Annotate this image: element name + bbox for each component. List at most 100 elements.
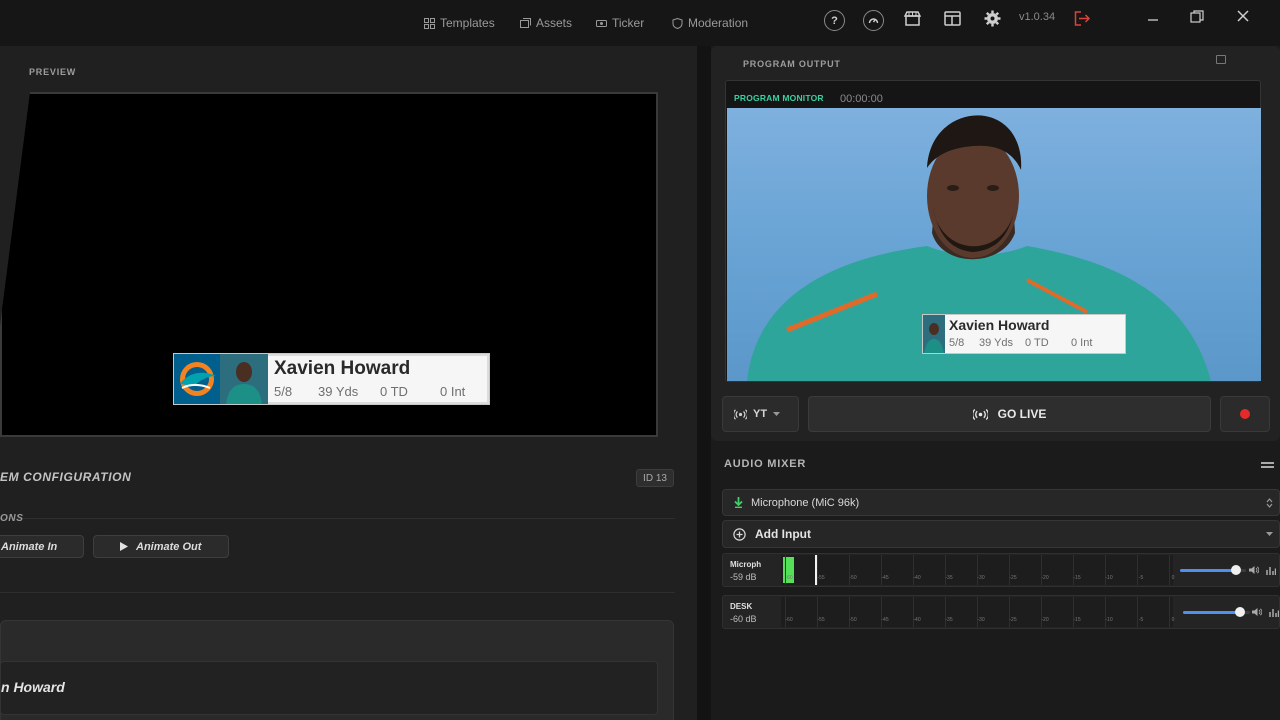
preview-lower-third[interactable]: Xavien Howard 5/8 39 Yds 0 TD 0 Int	[173, 353, 490, 405]
maximize-icon	[1190, 9, 1204, 23]
volume-slider-thumb[interactable]	[1234, 607, 1245, 617]
meter-scale-label: -40	[913, 617, 921, 623]
meter-scale-label: -55	[817, 617, 825, 623]
level-meter: -60 -55 -50 -45 -40 -35 -30 -25 -20 -15 -10 -5 0	[781, 555, 1175, 585]
moderation-icon	[672, 17, 683, 29]
animate-in-button[interactable]: Animate In	[0, 535, 84, 558]
minimize-button[interactable]	[1143, 7, 1163, 25]
meter-scale-label: -35	[945, 617, 953, 623]
gauge-icon	[868, 18, 879, 24]
maximize-button[interactable]	[1187, 7, 1207, 25]
speaker-icon[interactable]	[1249, 565, 1259, 575]
top-bar: Templates Assets Ticker Moderation ? v1.…	[0, 0, 1280, 46]
meter-scale-label: -5	[1138, 575, 1144, 581]
actions-label: ONS	[0, 513, 24, 524]
broadcast-icon	[734, 408, 747, 420]
audio-device-label: Microphone (MiC 96k)	[751, 496, 860, 509]
arrow-down-icon	[734, 497, 743, 508]
layout-icon	[944, 11, 961, 26]
go-live-label: GO LIVE	[997, 407, 1047, 421]
stat-touchdowns: 0 TD	[380, 384, 408, 399]
store-button[interactable]	[904, 11, 921, 26]
settings-button[interactable]	[984, 10, 1001, 27]
meter-scale-label: -50	[849, 575, 857, 581]
store-icon	[904, 11, 921, 26]
volume-slider[interactable]	[1183, 607, 1250, 617]
record-icon	[1240, 409, 1250, 419]
mixer-menu-icon[interactable]	[1261, 462, 1274, 468]
stream-status-button[interactable]	[863, 10, 884, 31]
program-output-label: PROGRAM OUTPUT	[743, 59, 841, 69]
program-monitor: PROGRAM MONITOR 00:00:00 Xavien Howard 5…	[725, 80, 1261, 382]
nav-moderation[interactable]: Moderation	[672, 15, 748, 31]
meter-scale-label: -25	[1009, 617, 1017, 623]
nav-templates-label: Templates	[440, 16, 495, 30]
program-lower-third: Xavien Howard 5/8 39 Yds 0 TD 0 Int	[922, 314, 1126, 354]
nav-templates[interactable]: Templates	[424, 15, 495, 31]
program-stat-touchdowns: 0 TD	[1025, 337, 1049, 349]
popout-icon[interactable]	[1216, 55, 1226, 64]
nav-assets[interactable]: Assets	[520, 15, 572, 31]
team-logo	[174, 354, 220, 404]
meter-scale-label: -15	[1073, 575, 1081, 581]
program-video-feed: Xavien Howard 5/8 39 Yds 0 TD 0 Int	[727, 108, 1261, 381]
volume-slider-thumb[interactable]	[1231, 565, 1242, 575]
add-input-button[interactable]: Add Input	[722, 520, 1280, 548]
volume-slider-fill	[1183, 611, 1240, 614]
divider	[0, 592, 675, 593]
stat-interceptions: 0 Int	[440, 384, 466, 399]
player-name: Xavien Howard	[274, 358, 411, 379]
animate-out-button[interactable]: Animate Out	[93, 535, 229, 558]
mixer-channel-microphone: Microph -59 dB -60 -55 -50 -45 -40 -35 -30 -25-…	[722, 553, 1280, 587]
record-button[interactable]	[1220, 396, 1270, 432]
bar-chart-icon[interactable]	[1266, 565, 1276, 575]
meter-scale-label: -55	[817, 575, 825, 581]
chevron-down-icon	[773, 411, 781, 416]
close-button[interactable]	[1233, 7, 1253, 25]
chevron-down-icon	[1266, 532, 1273, 536]
speaker-icon[interactable]	[1252, 607, 1262, 617]
meter-scale-label: -30	[977, 617, 985, 623]
meter-scale-label: 0	[1171, 575, 1175, 581]
layout-button[interactable]	[944, 11, 961, 26]
logout-icon	[1074, 11, 1091, 26]
channel-level: -60 dB	[730, 614, 757, 624]
player-name-input[interactable]: n Howard	[0, 661, 658, 715]
audio-mixer-title: AUDIO MIXER	[724, 458, 807, 470]
assets-icon	[520, 17, 531, 29]
volume-slider-fill	[1180, 569, 1237, 572]
program-timecode: 00:00:00	[840, 93, 883, 105]
nav-ticker-label: Ticker	[612, 16, 645, 30]
bar-chart-icon[interactable]	[1269, 607, 1279, 617]
stat-completions: 5/8	[274, 384, 293, 399]
meter-tick	[1169, 597, 1170, 627]
meter-scale-label: 0	[1171, 617, 1175, 623]
item-configuration-title: EM CONFIGURATION	[0, 470, 132, 484]
nav-assets-label: Assets	[536, 16, 573, 30]
program-output-section: PROGRAM OUTPUT PROGRAM MONITOR 00:00:00	[711, 46, 1280, 441]
close-icon	[1237, 10, 1249, 22]
preview-canvas[interactable]: Xavien Howard 5/8 39 Yds 0 TD 0 Int	[0, 92, 658, 437]
gear-icon	[984, 10, 1001, 27]
add-circle-icon	[733, 527, 746, 541]
logout-button[interactable]	[1074, 11, 1091, 26]
go-live-button[interactable]: GO LIVE	[808, 396, 1211, 432]
animate-in-label: Animate In	[1, 540, 58, 553]
preview-label: PREVIEW	[29, 67, 77, 77]
level-meter: -60 -55 -50 -45 -40 -35 -30 -25 -20 -15 -10 -5 0	[781, 597, 1175, 627]
meter-scale-label: -10	[1105, 617, 1113, 623]
mixer-channel-desk: DESK -60 dB -60 -55 -50 -45 -40 -35 -30 -25 -20-…	[722, 595, 1280, 629]
updown-chevron-icon	[1266, 498, 1273, 508]
volume-slider[interactable]	[1180, 565, 1246, 575]
channel-name: DESK	[730, 602, 753, 611]
meter-scale-label: -15	[1073, 617, 1081, 623]
player-name-value: n Howard	[1, 679, 65, 695]
nav-ticker[interactable]: Ticker	[596, 15, 644, 31]
audio-device-select[interactable]: Microphone (MiC 96k)	[722, 489, 1280, 516]
stat-yards: 39 Yds	[318, 384, 359, 399]
help-button[interactable]: ?	[824, 10, 845, 31]
program-monitor-label: PROGRAM MONITOR	[734, 93, 824, 103]
platform-select[interactable]: YT	[722, 396, 799, 432]
meter-scale-label: -40	[913, 575, 921, 581]
meter-scale-label: -25	[1009, 575, 1017, 581]
